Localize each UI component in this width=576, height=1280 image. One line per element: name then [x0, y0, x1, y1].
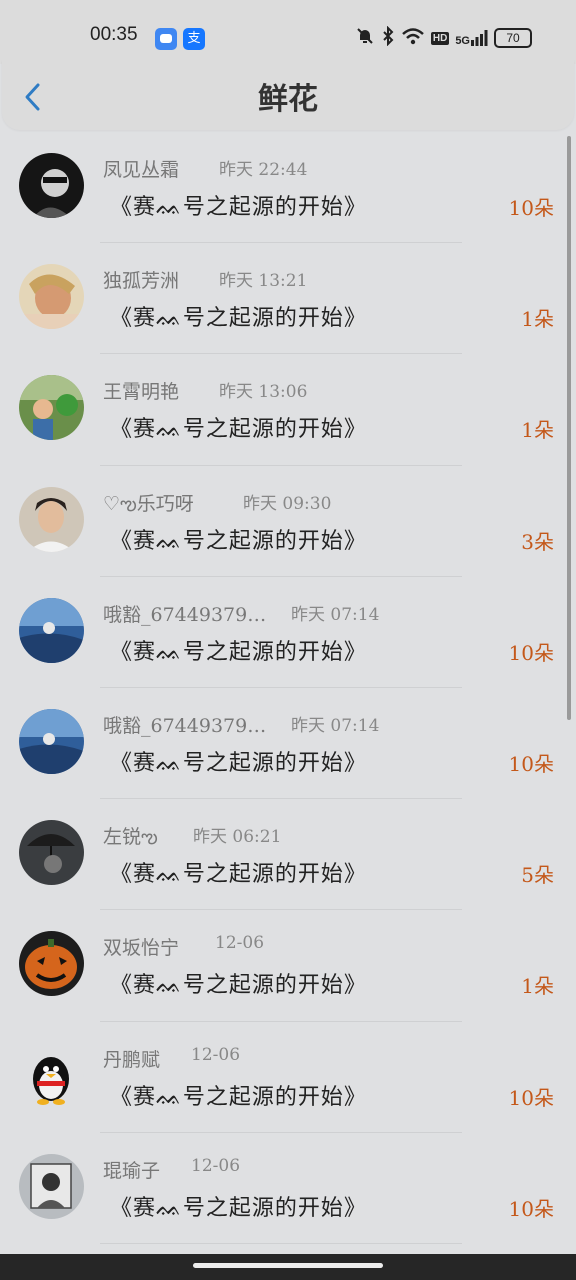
page-title: 鲜花: [258, 82, 318, 117]
gift-time: 昨天 09:30: [243, 493, 332, 514]
hd-badge: HD: [430, 31, 450, 45]
flower-count: 10朵: [508, 751, 554, 776]
status-icons: HD 5G 70: [355, 24, 532, 52]
battery-indicator: 70: [494, 28, 532, 48]
gift-time: 昨天 13:06: [219, 382, 308, 403]
gift-time: 昨天 13:21: [219, 271, 308, 292]
gift-time: 12-06: [191, 1044, 241, 1065]
mute-icon: [355, 26, 375, 50]
flower-count: 3朵: [521, 529, 554, 554]
gift-message: 《赛ᨐ号之起源的开始》: [110, 528, 367, 554]
avatar: [19, 1042, 84, 1108]
gift-message: 《赛ᨐ号之起源的开始》: [110, 417, 367, 443]
avatar: [19, 597, 84, 663]
home-indicator[interactable]: [193, 1263, 383, 1268]
list-item[interactable]: ♡ఌ乐巧呀 昨天 09:30 《赛ᨐ号之起源的开始》 3朵: [0, 466, 576, 577]
scrollbar[interactable]: [567, 136, 571, 720]
status-bar: 00:35 支 HD 5G 70: [0, 0, 576, 64]
flower-gift-list: 凤见丛霜 昨天 22:44 《赛ᨐ号之起源的开始》 10朵 独孤芳洲 昨天 13…: [0, 132, 576, 1244]
gift-message: 《赛ᨐ号之起源的开始》: [110, 862, 367, 888]
gift-message: 《赛ᨐ号之起源的开始》: [110, 639, 367, 665]
gift-time: 昨天 07:14: [291, 604, 380, 625]
gift-message: 《赛ᨐ号之起源的开始》: [110, 973, 367, 999]
list-item[interactable]: 独孤芳洲 昨天 13:21 《赛ᨐ号之起源的开始》 1朵: [0, 243, 576, 355]
gift-message: 《赛ᨐ号之起源的开始》: [110, 195, 367, 220]
wifi-icon: [401, 26, 425, 50]
navigation-bar: [0, 1254, 576, 1280]
sender-name: 哦豁_67449379…: [103, 603, 267, 626]
bluetooth-icon: [381, 25, 395, 50]
avatar: [19, 931, 84, 997]
flower-count: 10朵: [508, 640, 554, 665]
sender-name: ♡ఌ乐巧呀: [103, 492, 194, 515]
gift-time: 12-06: [191, 1155, 241, 1176]
sender-name: 凤见丛霜: [103, 159, 180, 181]
gift-time: 12-06: [215, 933, 265, 954]
avatar: [19, 1153, 84, 1219]
gift-message: 《赛ᨐ号之起源的开始》: [110, 1084, 367, 1110]
sender-name: 左锐ఌ: [103, 826, 158, 849]
gift-message: 《赛ᨐ号之起源的开始》: [110, 306, 367, 332]
sender-name: 王霄明艳: [103, 381, 180, 404]
flower-count: 1朵: [521, 418, 554, 443]
list-item[interactable]: 琨瑜子 12-06 《赛ᨐ号之起源的开始》 10朵: [0, 1133, 576, 1244]
list-item[interactable]: 哦豁_67449379… 昨天 07:14 《赛ᨐ号之起源的开始》 10朵: [0, 577, 576, 688]
gift-time: 昨天 07:14: [291, 715, 380, 736]
gift-message: 《赛ᨐ号之起源的开始》: [110, 1195, 367, 1221]
header: 鲜花: [2, 60, 574, 130]
sender-name: 双坂怡宁: [103, 937, 180, 960]
gift-time: 昨天 22:44: [219, 160, 308, 180]
list-item[interactable]: 左锐ఌ 昨天 06:21 《赛ᨐ号之起源的开始》 5朵: [0, 799, 576, 911]
gift-message: 《赛ᨐ号之起源的开始》: [110, 750, 367, 776]
avatar: [19, 375, 84, 441]
flower-count: 1朵: [521, 307, 554, 332]
message-app-icon: [155, 28, 177, 50]
sender-name: 丹鹏赋: [103, 1048, 161, 1071]
status-time: 00:35: [90, 24, 138, 45]
divider: [100, 1242, 462, 1244]
list-item[interactable]: 双坂怡宁 12-06 《赛ᨐ号之起源的开始》 1朵: [0, 910, 576, 1022]
avatar: [19, 820, 84, 886]
sender-name: 琨瑜子: [103, 1159, 161, 1182]
network-type: 5G: [455, 35, 470, 47]
avatar: [19, 153, 84, 218]
alipay-app-icon: 支: [183, 28, 205, 50]
flower-count: 5朵: [521, 863, 554, 888]
flower-count: 1朵: [521, 974, 554, 999]
flower-count: 10朵: [508, 1085, 554, 1110]
avatar: [19, 486, 84, 552]
flower-count: 10朵: [508, 196, 554, 220]
list-item[interactable]: 王霄明艳 昨天 13:06 《赛ᨐ号之起源的开始》 1朵: [0, 354, 576, 466]
sender-name: 哦豁_67449379…: [103, 714, 267, 737]
avatar: [19, 708, 84, 774]
list-item[interactable]: 哦豁_67449379… 昨天 07:14 《赛ᨐ号之起源的开始》 10朵: [0, 688, 576, 800]
list-item[interactable]: 凤见丛霜 昨天 22:44 《赛ᨐ号之起源的开始》 10朵: [0, 132, 576, 244]
flower-count: 10朵: [508, 1196, 554, 1221]
avatar: [19, 264, 84, 330]
signal-icon: 5G: [455, 29, 488, 47]
sender-name: 独孤芳洲: [103, 270, 180, 293]
list-item[interactable]: 丹鹏赋 12-06 《赛ᨐ号之起源的开始》 10朵: [0, 1022, 576, 1133]
gift-time: 昨天 06:21: [193, 827, 282, 848]
